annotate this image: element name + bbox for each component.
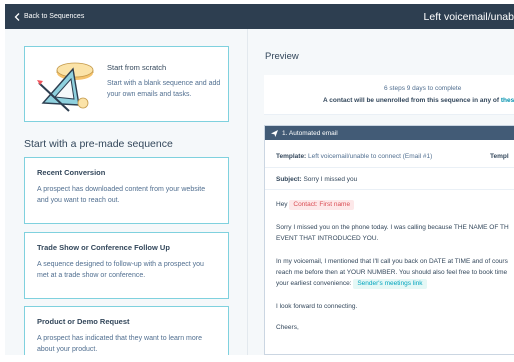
preview-heading: Preview <box>265 51 299 62</box>
template-card-title: Product or Demo Request <box>37 317 130 326</box>
start-from-scratch-card[interactable]: Start from scratch Start with a blank se… <box>24 46 229 122</box>
subject-value: Sorry I missed you <box>303 176 358 183</box>
subject-row: Subject: Sorry I missed you <box>276 176 357 183</box>
email-paragraph-1-line-1: Sorry I missed you on the phone today. I… <box>276 224 509 231</box>
template-row: Template: Left voicemail/unable to conne… <box>276 153 432 160</box>
template-value: Left voicemail/unable to connect (Email … <box>308 153 433 160</box>
template-card-recent-conversion[interactable]: Recent Conversion A prospect has downloa… <box>24 157 229 224</box>
template-card-title: Recent Conversion <box>37 168 106 177</box>
subject-label: Subject: <box>276 176 302 183</box>
email-step-header: 1. Automated email <box>265 126 514 140</box>
email-paragraph-1-line-2: EVENT THAT INTRODUCED YOU. <box>276 235 379 242</box>
unenroll-notice-text: A contact will be unenrolled from this s… <box>323 97 501 104</box>
premade-section-heading: Start with a pre-made sequence <box>24 138 173 150</box>
divider <box>265 189 514 190</box>
template-selection-panel: Start from scratch Start with a blank se… <box>5 29 248 355</box>
scratch-card-description: Start with a blank sequence and add your… <box>107 80 221 98</box>
template-card-title: Trade Show or Conference Follow Up <box>37 243 170 252</box>
template-card-description: A sequence designed to follow-up with a … <box>37 261 204 279</box>
template-label: Template: <box>276 153 307 160</box>
email-greeting: Hey Contact: First name <box>276 199 355 210</box>
email-signoff: Cheers, <box>276 324 299 331</box>
sequence-summary: 6 steps 9 days to complete A contact wil… <box>264 75 514 115</box>
template-card-description: A prospect has indicated that they want … <box>37 335 202 353</box>
paragraph-2-line-3-text: your earliest convenience: <box>276 280 352 287</box>
template-column-label: Templ <box>490 153 509 160</box>
unenroll-notice: A contact will be unenrolled from this s… <box>323 97 514 104</box>
chevron-left-icon <box>14 12 20 21</box>
template-card-product-demo[interactable]: Product or Demo Request A prospect has i… <box>24 306 229 355</box>
drafting-tools-illustration-icon <box>37 62 94 112</box>
unenroll-conditions-link[interactable]: thes <box>501 97 514 104</box>
email-step-label: 1. Automated email <box>282 129 338 137</box>
template-card-trade-show[interactable]: Trade Show or Conference Follow Up A seq… <box>24 232 229 299</box>
back-to-sequences-link[interactable]: Back to Sequences <box>14 4 84 29</box>
contact-first-name-token: Contact: First name <box>289 200 355 210</box>
back-link-label: Back to Sequences <box>24 13 85 20</box>
top-navigation-bar: Back to Sequences Left voicemail/unab <box>5 4 514 29</box>
email-paragraph-2-line-2: reach me before then at YOUR NUMBER. You… <box>276 269 508 276</box>
scratch-card-title: Start from scratch <box>107 63 167 72</box>
email-step-card: 1. Automated email Template: Left voicem… <box>264 125 514 355</box>
email-paragraph-2-line-1: In my voicemail, I mentioned that I'll c… <box>276 258 508 265</box>
greeting-text: Hey <box>276 201 288 208</box>
paper-plane-icon <box>271 129 278 137</box>
preview-panel: Preview 6 steps 9 days to complete A con… <box>248 29 514 355</box>
email-paragraph-3: I look forward to connecting. <box>276 303 358 310</box>
template-card-description: A prospect has downloaded content from y… <box>37 186 206 204</box>
sequence-title: Left voicemail/unab <box>423 10 514 23</box>
meetings-link-token: Sender's meetings link <box>353 279 427 289</box>
email-paragraph-2-line-3: your earliest convenience: Sender's meet… <box>276 278 427 289</box>
divider <box>265 167 514 168</box>
steps-summary-text: 6 steps 9 days to complete <box>384 85 462 92</box>
